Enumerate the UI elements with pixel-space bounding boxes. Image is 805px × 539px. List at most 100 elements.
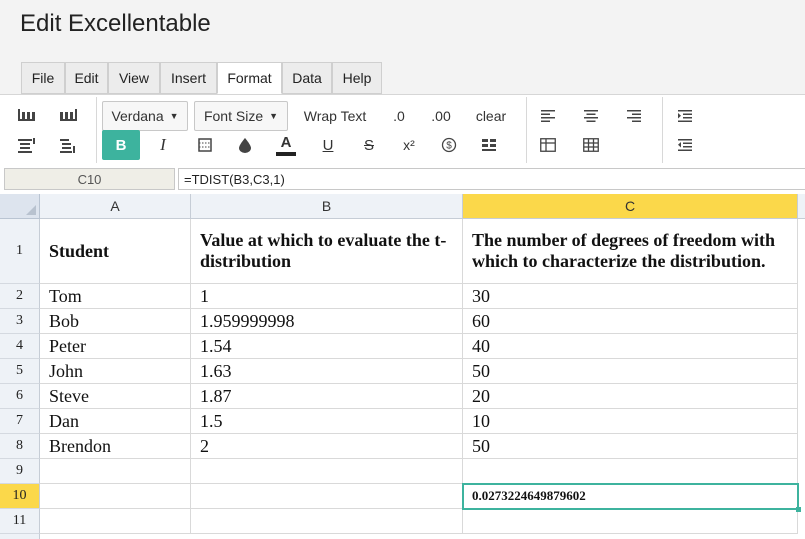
svg-text:$: $ [446,141,452,152]
cell-c8[interactable]: 50 [463,434,798,459]
title-bar: Edit Excellentable [0,0,805,58]
row-header-2[interactable]: 2 [0,284,40,309]
superscript-button[interactable]: x² [397,130,421,160]
row-header-10[interactable]: 10 [0,484,40,509]
bold-button[interactable]: B [102,130,140,160]
cell-c9[interactable] [463,459,798,484]
cell-c1[interactable]: The number of degrees of freedom with wh… [463,219,798,284]
delete-column-icon[interactable] [56,133,82,157]
font-family-dropdown[interactable]: Verdana ▼ [102,101,188,131]
column-header-c[interactable]: C [463,194,798,219]
cell-a4[interactable]: Peter [40,334,191,359]
cell-a10[interactable] [40,484,191,509]
merge-cells-icon[interactable] [477,130,501,160]
cell-b11[interactable] [191,509,463,534]
cell-b3[interactable]: 1.959999998 [191,309,463,334]
grid-icon[interactable] [580,130,602,160]
cell-c2[interactable]: 30 [463,284,798,309]
insert-row-above-icon[interactable] [14,103,40,127]
font-family-label: Verdana [111,108,164,124]
row-header-4[interactable]: 4 [0,334,40,359]
cell-c4[interactable]: 40 [463,334,798,359]
cell-a1[interactable]: Student [40,219,191,284]
cell-c11[interactable] [463,509,798,534]
cell-b10[interactable] [191,484,463,509]
chevron-down-icon: ▼ [169,111,179,121]
cell-b2[interactable]: 1 [191,284,463,309]
cell-b6[interactable]: 1.87 [191,384,463,409]
font-size-dropdown[interactable]: Font Size ▼ [194,101,288,131]
cell-b8[interactable]: 2 [191,434,463,459]
cell-b1[interactable]: Value at which to evaluate the t-distrib… [191,219,463,284]
column-header-a[interactable]: A [40,194,191,219]
indent-increase-icon[interactable] [674,101,696,131]
cell-a7[interactable]: Dan [40,409,191,434]
toolbar-divider [526,97,527,163]
menu-file[interactable]: File [21,62,65,94]
cell-a6[interactable]: Steve [40,384,191,409]
menu-bar: File Edit View Insert Format Data Help [0,58,805,94]
menu-view[interactable]: View [108,62,160,94]
row-header-6[interactable]: 6 [0,384,40,409]
row-header-1[interactable]: 1 [0,219,40,284]
column-header-d[interactable] [798,194,805,219]
cell-a8[interactable]: Brendon [40,434,191,459]
row-header-7[interactable]: 7 [0,409,40,434]
underline-button[interactable]: U [317,130,339,160]
row-header-9[interactable]: 9 [0,459,40,484]
cell-c10[interactable]: 0.0273224649879602 [463,484,798,509]
row-header-12[interactable] [0,534,40,539]
font-size-label: Font Size [203,108,264,124]
wrap-text-button[interactable]: Wrap Text [298,101,372,131]
italic-button[interactable]: I [152,130,174,160]
app-title: Edit Excellentable [20,10,211,37]
align-right-icon[interactable] [623,101,645,131]
formula-bar: C10 =TDIST(B3,C3,1) [0,166,805,192]
cell-a5[interactable]: John [40,359,191,384]
indent-decrease-icon[interactable] [674,130,696,160]
cell-a2[interactable]: Tom [40,284,191,309]
text-color-swatch [276,151,296,156]
currency-icon[interactable]: $ [437,130,461,160]
column-header-b[interactable]: B [191,194,463,219]
cell-b9[interactable] [191,459,463,484]
decrease-decimals-button[interactable]: .0 [386,101,412,131]
cell-a11[interactable] [40,509,191,534]
menu-edit[interactable]: Edit [65,62,108,94]
insert-column-right-icon[interactable] [56,103,82,127]
menu-help[interactable]: Help [332,62,382,94]
fill-handle[interactable] [796,507,801,512]
row-header-5[interactable]: 5 [0,359,40,384]
fill-color-icon[interactable] [233,130,257,160]
text-color-button[interactable]: A [274,130,298,160]
cell-c6[interactable]: 20 [463,384,798,409]
increase-decimals-button[interactable]: .00 [424,101,458,131]
cell-a9[interactable] [40,459,191,484]
cell-b7[interactable]: 1.5 [191,409,463,434]
cell-c5[interactable]: 50 [463,359,798,384]
menu-format[interactable]: Format [217,62,282,94]
clear-button[interactable]: clear [470,101,512,131]
row-header-8[interactable]: 8 [0,434,40,459]
align-left-icon[interactable] [537,101,559,131]
row-header-3[interactable]: 3 [0,309,40,334]
select-all-corner[interactable] [0,194,40,219]
delete-row-icon[interactable] [14,133,40,157]
cell-c7[interactable]: 10 [463,409,798,434]
align-center-icon[interactable] [580,101,602,131]
cell-b4[interactable]: 1.54 [191,334,463,359]
menu-data[interactable]: Data [282,62,332,94]
text-color-icon: A [280,133,292,151]
row-header-11[interactable]: 11 [0,509,40,534]
strikethrough-button[interactable]: S [358,130,380,160]
toolbar-divider [662,97,663,163]
name-box[interactable]: C10 [4,168,175,190]
borders-icon[interactable] [193,130,217,160]
cell-b5[interactable]: 1.63 [191,359,463,384]
chevron-down-icon: ▼ [269,111,279,121]
cell-a3[interactable]: Bob [40,309,191,334]
cell-c3[interactable]: 60 [463,309,798,334]
menu-insert[interactable]: Insert [160,62,217,94]
table-icon[interactable] [537,130,559,160]
formula-input[interactable]: =TDIST(B3,C3,1) [178,168,805,190]
